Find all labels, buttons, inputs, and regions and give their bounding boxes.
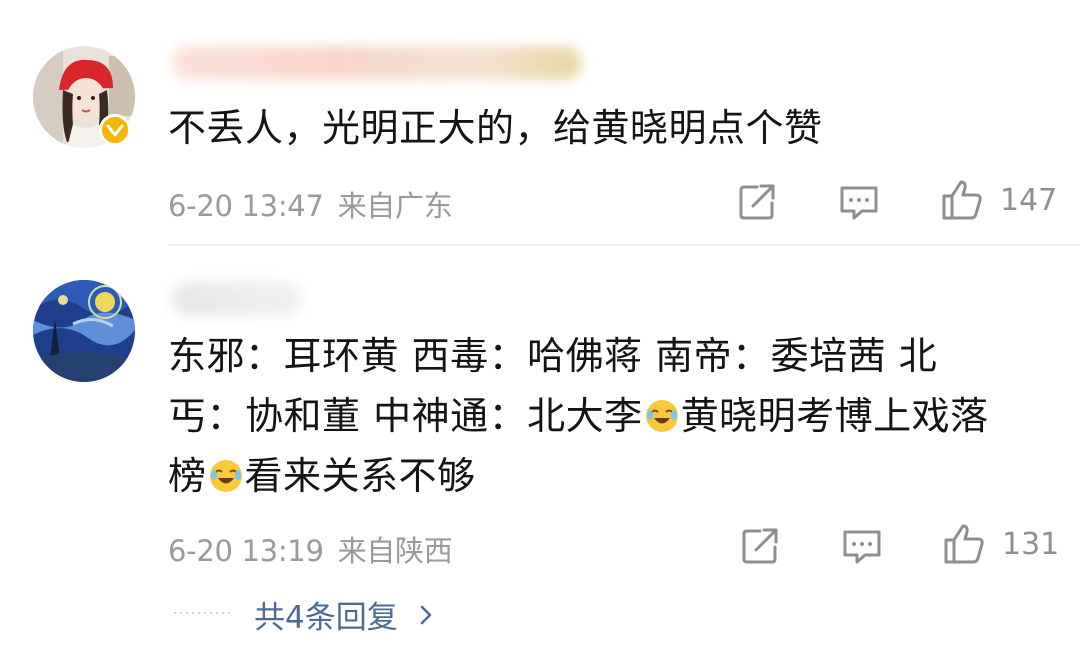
like-button[interactable]: 147 — [940, 178, 1057, 222]
share-button[interactable] — [740, 526, 780, 566]
comment-meta: 6-20 13:19 来自陕西 — [168, 528, 453, 570]
comment-item-1: 不丢人，光明正大的，给黄晓明点个赞 6-20 13:47 来自广东 147 — [0, 0, 1080, 245]
comment-button[interactable] — [841, 527, 883, 567]
username-blurred[interactable] — [172, 46, 582, 80]
like-count: 131 — [1002, 526, 1060, 562]
share-icon — [742, 528, 778, 564]
laugh-cry-emoji-icon — [209, 450, 243, 492]
comment-text-line: 榜 — [168, 454, 207, 498]
laugh-cry-emoji-icon — [645, 390, 679, 432]
comment-location: 来自陕西 — [337, 534, 453, 568]
comment-button[interactable] — [838, 183, 880, 223]
comment-time: 6-20 13:19 — [168, 534, 324, 568]
chevron-right-icon — [420, 605, 431, 624]
thumbs-up-icon — [942, 180, 982, 220]
comment-time: 6-20 13:47 — [168, 189, 324, 223]
comment-icon — [843, 530, 881, 564]
comment-text-line: 东邪：耳环黄 西毒：哈佛蒋 南帝：委培茜 北 — [168, 334, 938, 378]
comment-location: 来自广东 — [337, 189, 453, 223]
comment-text-line: 黄晓明考博上戏落 — [680, 394, 989, 438]
comment-icon — [840, 186, 878, 220]
verified-badge-icon — [99, 114, 131, 146]
username-blurred[interactable] — [172, 282, 302, 316]
comment-text-line: 看来关系不够 — [244, 454, 476, 498]
comment-text: 东邪：耳环黄 西毒：哈佛蒋 南帝：委培茜 北 丐：协和董 中神通：北大李 黄晓明考… — [168, 326, 1058, 506]
comment-item-2: 东邪：耳环黄 西毒：哈佛蒋 南帝：委培茜 北 丐：协和董 中神通：北大李 黄晓明考… — [0, 246, 1080, 658]
avatar[interactable] — [33, 280, 135, 382]
share-icon — [739, 184, 775, 220]
thumbs-up-icon — [944, 524, 984, 564]
comment-meta: 6-20 13:47 来自广东 — [168, 183, 453, 225]
like-count: 147 — [1000, 182, 1058, 218]
reply-thread-dots — [172, 612, 232, 614]
comment-text-line: 丐：协和董 中神通：北大李 — [168, 394, 643, 438]
comment-text: 不丢人，光明正大的，给黄晓明点个赞 — [168, 106, 823, 150]
view-replies-label: 共4条回复 — [254, 600, 398, 636]
view-replies-link[interactable]: 共4条回复 — [254, 592, 440, 637]
share-button[interactable] — [737, 182, 777, 222]
like-button[interactable]: 131 — [942, 522, 1059, 566]
